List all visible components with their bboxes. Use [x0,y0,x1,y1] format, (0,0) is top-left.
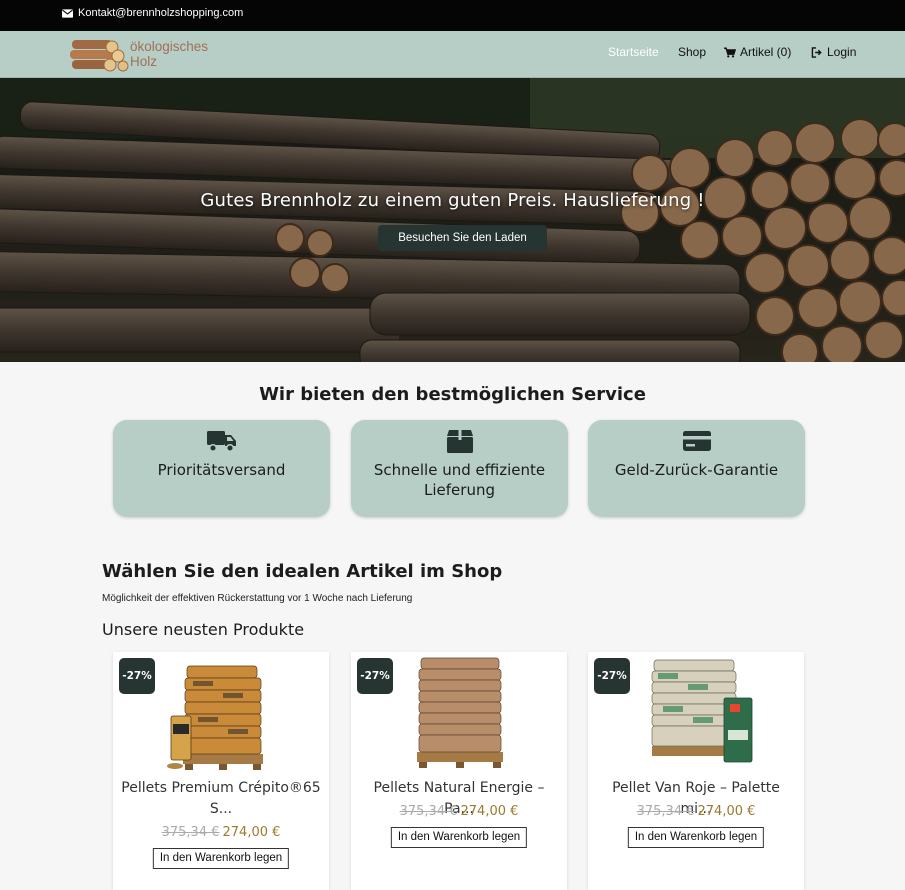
hero-banner: Gutes Brennholz zu einem guten Preis. Ha… [0,78,905,362]
service-label-money-back: Geld-Zurück-Garantie [614,461,779,479]
product-name-line-1: Pellets Premium Crépito®65 [121,780,321,796]
contact-email-text: Kontakt@brennholzshopping.com [78,7,244,19]
shop-section-subtitle: Möglichkeit der effektiven Rückerstattun… [102,593,413,604]
contact-email-link[interactable]: Kontakt@brennholzshopping.com [62,7,243,19]
add-to-cart-button[interactable]: In den Warenkorb legen [627,827,765,848]
product-price: 375,34 €274,00 € [351,804,567,819]
service-card-fast-delivery: Schnelle und effiziente Lieferung [351,420,568,517]
box-icon [446,430,473,453]
product-image-pellet-palette [651,659,753,763]
service-label-priority-shipping: Prioritätsversand [157,461,286,479]
product-old-price: 375,34 € [399,804,458,819]
product-card[interactable]: -27% Pellets Natural Energie – Pa... 375… [351,652,567,890]
services-title: Wir bieten den bestmöglichen Service [259,384,646,405]
product-old-price: 375,34 € [636,804,695,819]
visit-shop-button[interactable]: Besuchen Sie den Laden [378,225,547,251]
sign-in-icon [811,46,822,58]
logs-logo-icon [70,40,129,72]
logo-line-1: ökologisches [130,39,209,54]
product-price: 375,34 €274,00 € [113,825,329,840]
logo-text: ökologisches Holz [130,39,220,69]
nav-cart-label: Artikel (0) [740,45,792,59]
nav-login-label: Login [827,45,857,59]
nav-cart-link[interactable]: Artikel (0) [724,45,791,59]
product-card[interactable]: -27% Pellet Van Roje – Palette mi... 375… [588,652,804,890]
product-old-price: 375,34 € [161,825,220,840]
product-name-line-2: S... [209,801,233,817]
product-image-pellet-palette [167,665,263,770]
credit-card-icon [682,431,711,451]
nav-home-label: Startseite [608,45,659,59]
add-to-cart-button[interactable]: In den Warenkorb legen [390,827,528,848]
shop-section-title: Wählen Sie den idealen Artikel im Shop [102,561,503,582]
service-card-priority-shipping: Prioritätsversand [113,420,330,517]
nav-home-link[interactable]: Startseite [608,45,659,59]
site-logo[interactable]: ökologisches Holz [70,36,220,74]
service-card-money-back: Geld-Zurück-Garantie [588,420,805,517]
product-current-price: 274,00 € [222,825,281,840]
product-price: 375,34 €274,00 € [588,804,804,819]
product-current-price: 274,00 € [460,804,519,819]
nav-login-link[interactable]: Login [811,45,856,59]
logo-line-2: Holz [130,54,158,69]
newest-products-title: Unsere neusten Produkte [102,620,305,639]
product-name[interactable]: Pellets Premium Crépito®65 S... [121,778,321,820]
nav-shop-link[interactable]: Shop [678,45,706,59]
main-nav: ökologisches Holz Startseite Shop Artike… [0,31,905,78]
service-label-fast-delivery: Schnelle und effiziente Lieferung [351,460,568,500]
stacked-logs-background-image [0,78,905,362]
add-to-cart-button[interactable]: In den Warenkorb legen [152,848,290,869]
hero-headline: Gutes Brennholz zu einem guten Preis. Ha… [200,190,705,211]
service-label-fast-delivery-line-1: Schnelle und effiziente [373,461,546,479]
envelope-icon [62,8,73,18]
shopping-cart-icon [724,47,736,57]
nav-shop-label: Shop [678,45,707,59]
discount-badge: -27% [119,658,155,694]
truck-icon [206,431,236,453]
discount-badge: -27% [357,658,393,694]
discount-badge: -27% [594,658,630,694]
product-image-pellet-palette [417,657,503,768]
product-current-price: 274,00 € [697,804,756,819]
top-bar: Kontakt@brennholzshopping.com [0,0,905,31]
service-label-fast-delivery-line-2: Lieferung [424,481,495,499]
product-card[interactable]: -27% Pellets Premium Crépito®65 S... 375… [113,652,329,890]
